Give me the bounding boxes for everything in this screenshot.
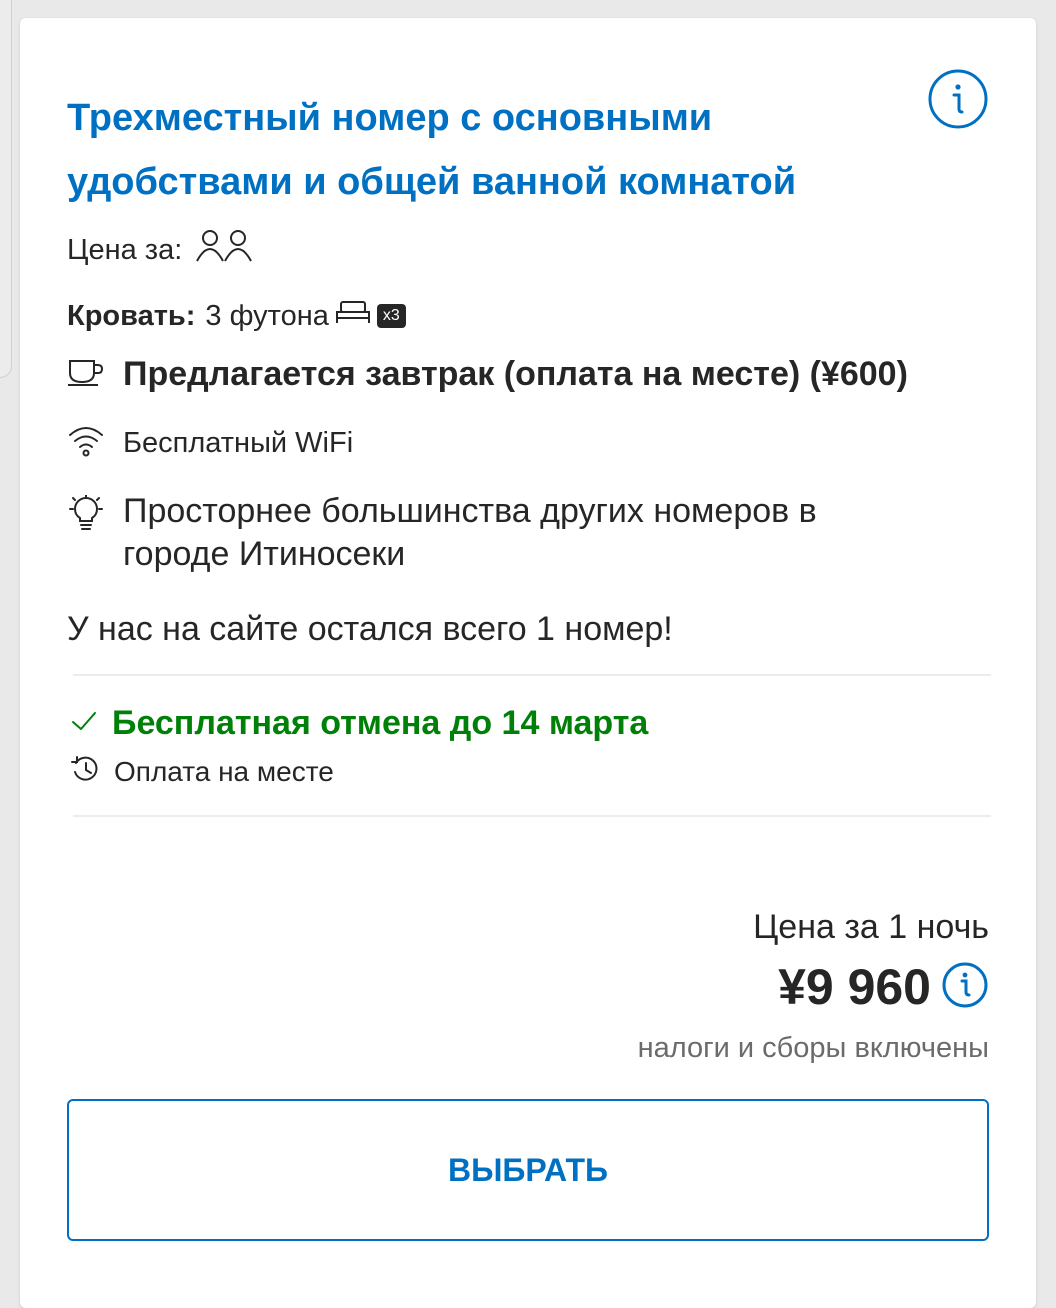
pay-at-property-text: Оплата на месте: [114, 755, 334, 787]
room-title[interactable]: Трехместный номер с основными удобствами…: [67, 86, 887, 214]
checkmark-icon: [70, 710, 98, 737]
room-card: Трехместный номер с основными удобствами…: [20, 18, 1036, 1308]
coffee-cup-icon: [67, 357, 105, 392]
bed-count-badge: x3: [376, 304, 406, 328]
free-cancellation-row: Бесплатная отмена до 14 марта: [70, 704, 648, 743]
bed-row: Кровать: 3 футона x3: [67, 296, 406, 336]
history-clock-icon: [70, 754, 100, 789]
divider: [73, 815, 991, 817]
price-per-night-label: Цена за 1 ночь: [753, 908, 989, 946]
wifi-text: Бесплатный WiFi: [123, 427, 354, 459]
taxes-note: налоги и сборы включены: [637, 1032, 989, 1064]
wifi-icon: [67, 424, 105, 463]
bed-value: 3 футона: [205, 299, 329, 332]
free-cancellation-text: Бесплатная отмена до 14 марта: [112, 704, 649, 742]
futon-bed-icon: [329, 299, 371, 333]
availability-text: У нас на сайте остался всего 1 номер!: [67, 610, 673, 648]
background-panel-edge: [0, 0, 12, 378]
spacious-text: Просторнее большинства других номеров в …: [123, 492, 817, 573]
price-info-icon[interactable]: [931, 961, 989, 1014]
price-for-label: Цена за:: [67, 233, 183, 266]
breakfast-text: Предлагается завтрак (оплата на месте) (…: [123, 355, 908, 393]
divider: [73, 674, 991, 676]
price-for-row: Цена за:: [67, 228, 260, 272]
price-row: ¥9 960: [778, 958, 989, 1016]
info-icon[interactable]: [927, 68, 989, 130]
lightbulb-icon: [67, 494, 105, 538]
pay-at-property-row: Оплата на месте: [70, 754, 334, 789]
bed-label: Кровать:: [67, 299, 196, 332]
two-persons-icon: [182, 228, 260, 272]
price-value: ¥9 960: [778, 959, 931, 1015]
select-button[interactable]: ВЫБРАТЬ: [67, 1099, 989, 1241]
